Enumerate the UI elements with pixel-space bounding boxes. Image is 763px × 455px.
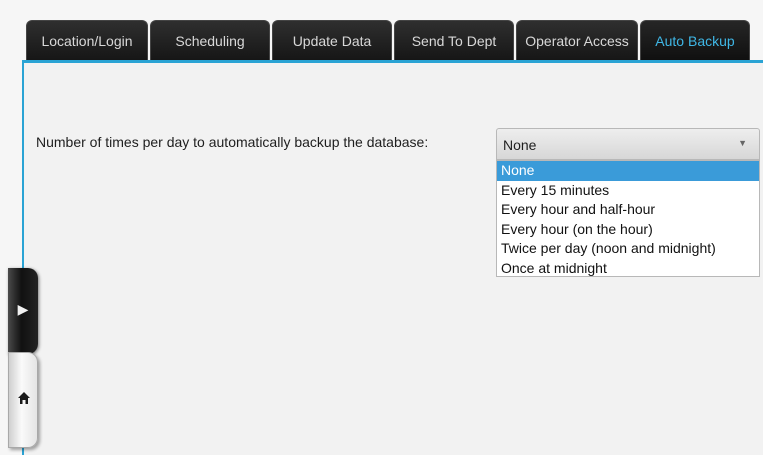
tab-label: Send To Dept (411, 32, 497, 49)
option-none[interactable]: None (497, 161, 759, 181)
option-every-15-minutes[interactable]: Every 15 minutes (497, 181, 759, 201)
backup-frequency-options: None Every 15 minutes Every hour and hal… (496, 160, 760, 277)
backup-frequency-select[interactable]: None ▼ (496, 128, 760, 160)
tab-update-data[interactable]: Update Data (272, 20, 392, 60)
select-value: None (503, 137, 537, 153)
tab-bar: Location/Login Scheduling Update Data Se… (26, 18, 752, 60)
tab-auto-backup[interactable]: Auto Backup (640, 20, 750, 60)
option-every-hour-and-half-hour[interactable]: Every hour and half-hour (497, 200, 759, 220)
tab-label: Update Data (292, 32, 372, 49)
tab-label: Auto Backup (655, 32, 735, 49)
chevron-down-icon: ▼ (738, 138, 747, 148)
backup-frequency-label: Number of times per day to automatically… (36, 134, 429, 150)
option-once-at-midnight[interactable]: Once at midnight (497, 259, 759, 279)
side-home-tab[interactable] (8, 352, 38, 448)
tab-operator-access[interactable]: Operator Access (516, 20, 638, 60)
tab-scheduling[interactable]: Scheduling (150, 20, 270, 60)
option-every-hour-on-the-hour[interactable]: Every hour (on the hour) (497, 220, 759, 240)
tab-label: Scheduling (175, 32, 245, 49)
option-twice-per-day[interactable]: Twice per day (noon and midnight) (497, 239, 759, 259)
side-expand-tab[interactable]: ▶ (8, 268, 38, 354)
tab-label: Location/Login (41, 32, 133, 49)
home-icon (9, 391, 39, 410)
tab-send-to-dept[interactable]: Send To Dept (394, 20, 514, 60)
arrow-right-icon: ▶ (17, 301, 29, 317)
tab-location-login[interactable]: Location/Login (26, 20, 148, 60)
tab-label: Operator Access (525, 32, 629, 49)
